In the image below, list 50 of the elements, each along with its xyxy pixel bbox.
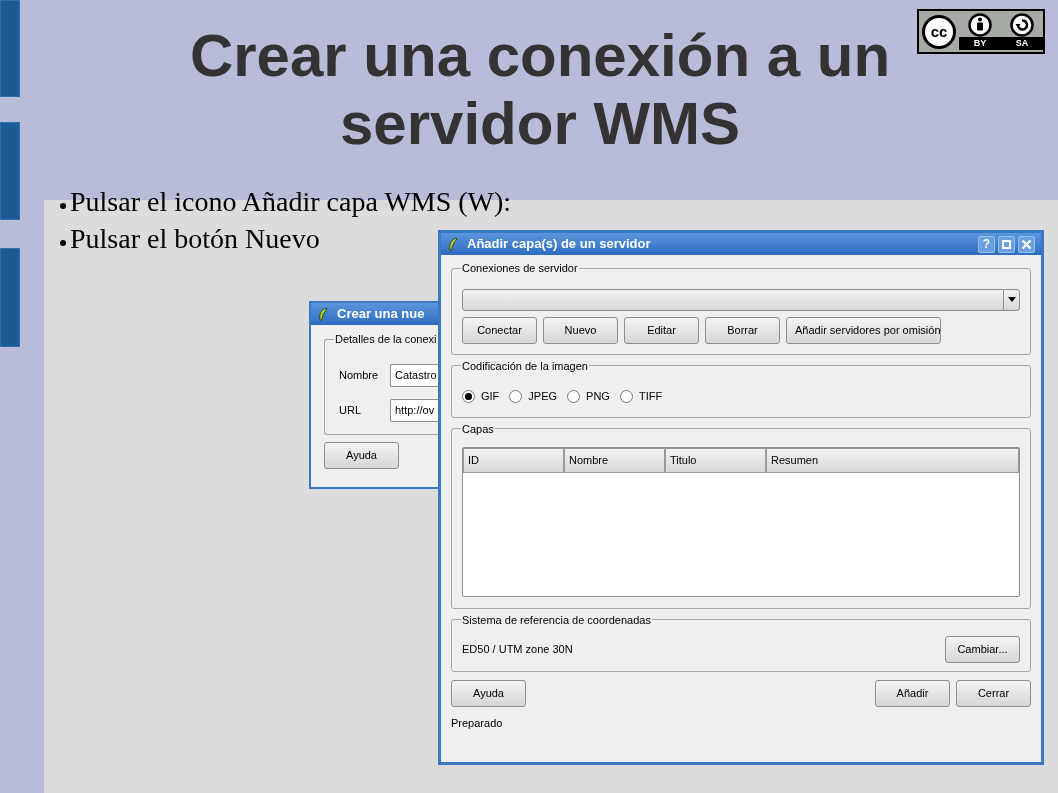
help-button[interactable]: Ayuda	[324, 442, 399, 469]
radio-button[interactable]	[509, 389, 523, 403]
column-header[interactable]: Resumen	[766, 448, 1019, 473]
action-button[interactable]: Conectar	[462, 316, 537, 344]
change-button[interactable]: Cambiar...	[945, 636, 1020, 663]
group-title: Capas	[461, 421, 495, 437]
radio-label: TIFF	[638, 389, 663, 404]
group-title: Detalles de la conexi	[334, 332, 438, 347]
group-title: Sistema de referencia de coordenadas	[461, 612, 652, 628]
action-button[interactable]: Nuevo	[543, 316, 618, 344]
license-label: SA	[1015, 36, 1029, 50]
text-field[interactable]: http://ov	[390, 398, 441, 422]
field-label: Nombre	[339, 367, 380, 383]
bullet-text: Pulsar el icono Añadir capa WMS (W):	[70, 187, 512, 216]
field-label: URL	[339, 402, 362, 418]
action-button[interactable]: Editar	[624, 316, 699, 344]
server-dropdown[interactable]	[462, 288, 1020, 311]
leaf-icon	[447, 236, 459, 252]
bullet-icon	[60, 202, 66, 209]
dialog-button[interactable]: Cerrar	[956, 679, 1031, 707]
window-title: Añadir capa(s) de un servidor	[467, 235, 652, 254]
maximize-button[interactable]	[998, 235, 1015, 253]
column-header[interactable]: ID	[463, 448, 564, 473]
window-title: Crear una nue	[337, 305, 425, 324]
crs-value: ED50 / UTM zone 30N	[462, 642, 573, 658]
radio-button[interactable]	[462, 389, 475, 403]
dialog-button[interactable]: Añadir	[875, 679, 950, 707]
close-button[interactable]	[1018, 235, 1035, 253]
leaf-icon	[317, 306, 329, 322]
license-label: BY	[973, 36, 987, 50]
action-button[interactable]: Añadir servidores por omisión	[786, 316, 941, 344]
slide-title: servidor WMS	[339, 90, 741, 158]
help-button[interactable]: Ayuda	[451, 679, 526, 707]
radio-label: PNG	[586, 389, 610, 404]
action-button[interactable]: Borrar	[705, 316, 780, 344]
radio-button[interactable]	[567, 389, 581, 403]
group-title: Conexiones de servidor	[461, 261, 579, 276]
bullet-icon	[60, 239, 66, 246]
radio-button[interactable]	[619, 389, 633, 403]
column-header[interactable]: Titulo	[665, 448, 766, 473]
slide-title: Crear una conexión a un	[189, 22, 891, 90]
radio-label: JPEG	[528, 389, 558, 404]
caret-icon	[1007, 297, 1016, 302]
status-text: Preparado	[451, 715, 504, 731]
column-header[interactable]: Nombre	[564, 448, 665, 473]
radio-label: GIF	[481, 389, 500, 404]
text-field[interactable]: Catastro	[390, 363, 441, 387]
cc-logo: cc	[922, 14, 956, 49]
group-title: Codificación de la imagen	[461, 358, 589, 374]
bullet-text: Pulsar el botón Nuevo	[70, 224, 320, 253]
